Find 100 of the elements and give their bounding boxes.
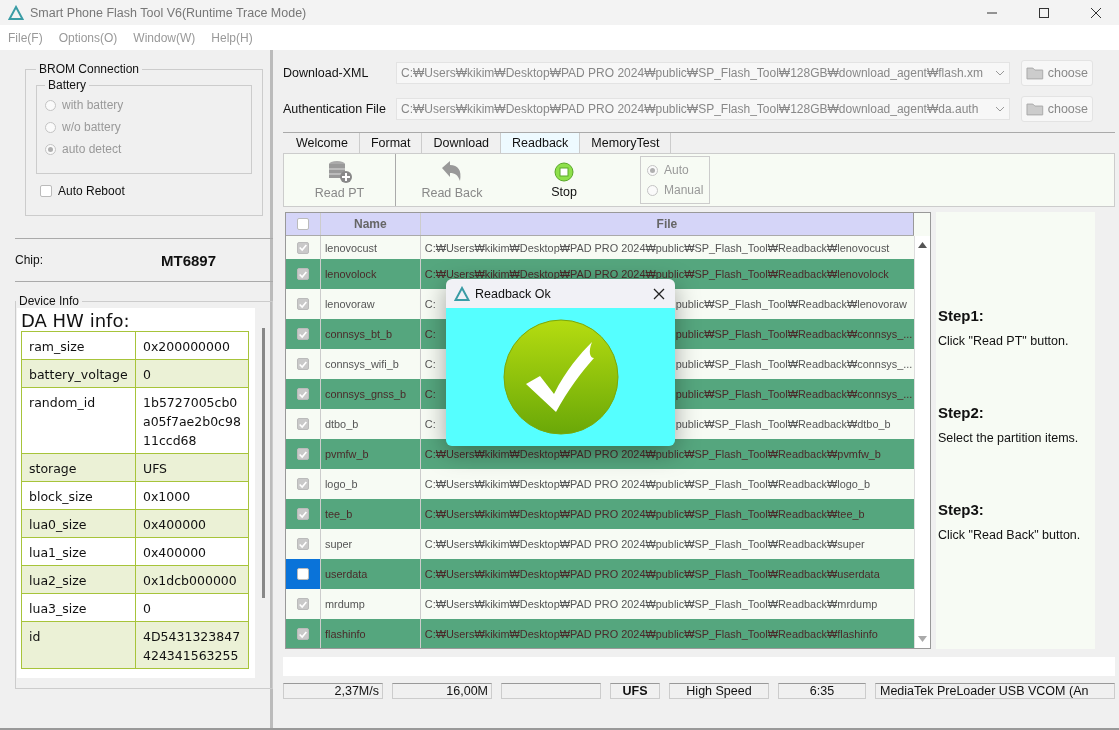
file-path: C:₩Users₩kikim₩Desktop₩PAD PRO 2024₩public₩SP_Flash_Tool₩Readback₩mrdump bbox=[424, 598, 878, 610]
maximize-icon[interactable] bbox=[1038, 6, 1050, 19]
partition-name: flashinfo bbox=[324, 628, 366, 640]
column-header[interactable]: Name bbox=[320, 213, 421, 235]
partition-name: logo_b bbox=[324, 478, 358, 490]
folder-icon bbox=[1026, 66, 1044, 80]
checkbox[interactable] bbox=[296, 568, 309, 580]
partition-name: connsys_bt_b bbox=[324, 328, 393, 340]
checkbox[interactable] bbox=[296, 298, 309, 310]
select-all-checkbox[interactable] bbox=[296, 218, 309, 230]
checkbox[interactable] bbox=[296, 628, 309, 640]
step-text: Click "Read PT" button. bbox=[938, 334, 1070, 348]
status-field: 2,37M/s bbox=[283, 683, 383, 699]
scroll-up-icon[interactable] bbox=[918, 242, 927, 248]
checkbox[interactable] bbox=[296, 328, 309, 340]
checkbox[interactable] bbox=[296, 268, 309, 280]
checkbox-label: Auto Reboot bbox=[58, 184, 125, 198]
file-path: public₩SP_Flash_Tool₩Readback₩connsys_... bbox=[675, 358, 913, 370]
step-title: Step1: bbox=[938, 307, 985, 324]
file-path: public₩SP_Flash_Tool₩Readback₩connsys_... bbox=[675, 388, 913, 400]
file-path: C: bbox=[424, 388, 436, 400]
file-path: C: bbox=[424, 298, 436, 310]
table-row[interactable]: flashinfo C:₩Users₩kikim₩Desktop₩PAD PRO 2024₩public₩SP_Flash_Tool₩Readback₩flashinfo bbox=[286, 619, 914, 648]
file-path-dropdown[interactable]: C:₩Users₩kikim₩Desktop₩PAD PRO 2024₩public₩SP_Flash_Tool₩128GB₩download_agent₩flash.xm bbox=[396, 62, 1010, 84]
group-title: Device Info bbox=[18, 294, 81, 308]
triangle-logo-icon bbox=[8, 4, 24, 21]
file-path: public₩SP_Flash_Tool₩Readback₩connsys_... bbox=[675, 328, 913, 340]
file-path: C:₩Users₩kikim₩Desktop₩PAD PRO 2024₩public₩SP_Flash_Tool₩Readback₩userdata bbox=[424, 568, 880, 580]
checkbox[interactable] bbox=[296, 388, 309, 400]
status-field: High Speed bbox=[669, 683, 769, 699]
radio-button[interactable] bbox=[45, 143, 56, 155]
checkbox[interactable] bbox=[40, 185, 52, 197]
status-field: MediaTek PreLoader USB VCOM (An bbox=[875, 683, 1115, 699]
file-path: C:₩Users₩kikim₩Desktop₩PAD PRO 2024₩public₩SP_Flash_Tool₩Readback₩flashinfo bbox=[424, 628, 878, 640]
choose-button[interactable]: choose bbox=[1021, 96, 1093, 122]
radio-button[interactable] bbox=[45, 99, 56, 111]
close-icon[interactable] bbox=[1090, 6, 1102, 19]
table-cell: 1b5727005cb0a05f7ae2b0c9811ccd68 bbox=[135, 387, 249, 454]
radio-button[interactable] bbox=[45, 121, 56, 133]
toolbar-button[interactable]: Stop bbox=[508, 154, 620, 206]
status-field: UFS bbox=[610, 683, 660, 699]
radio-label: with battery bbox=[62, 98, 124, 112]
table-cell: lua2_size bbox=[21, 565, 136, 594]
table-cell: 0x400000 bbox=[135, 509, 249, 538]
file-path: C:₩Users₩kikim₩Desktop₩PAD PRO 2024₩public₩SP_Flash_Tool₩Readback₩super bbox=[424, 538, 865, 550]
tab[interactable]: Readback bbox=[501, 133, 581, 153]
database-add-icon bbox=[326, 160, 353, 184]
scrollbar[interactable] bbox=[262, 328, 265, 598]
choose-button[interactable]: choose bbox=[1021, 60, 1093, 86]
radio-button[interactable] bbox=[647, 184, 658, 196]
checkbox[interactable] bbox=[296, 508, 309, 520]
table-row[interactable]: userdata C:₩Users₩kikim₩Desktop₩PAD PRO 2024₩public₩SP_Flash_Tool₩Readback₩userdata bbox=[286, 559, 914, 589]
file-path: public₩SP_Flash_Tool₩Readback₩lenovoraw bbox=[675, 298, 907, 310]
menu-item[interactable]: Help(H) bbox=[211, 30, 253, 45]
dialog-title: Readback Ok bbox=[475, 286, 551, 301]
table-cell: lua0_size bbox=[21, 509, 136, 538]
checkbox[interactable] bbox=[296, 448, 309, 460]
checkbox[interactable] bbox=[296, 598, 309, 610]
checkbox[interactable] bbox=[296, 538, 309, 550]
folder-icon bbox=[1026, 102, 1044, 116]
info-heading: DA HW info: bbox=[21, 310, 131, 331]
radio-label: w/o battery bbox=[62, 120, 121, 134]
table-cell: 0x400000 bbox=[135, 537, 249, 566]
checkbox[interactable] bbox=[296, 478, 309, 490]
checkbox[interactable] bbox=[296, 358, 309, 370]
partition-name: dtbo_b bbox=[324, 418, 359, 430]
stop-icon bbox=[553, 161, 575, 183]
table-cell: storage bbox=[21, 453, 136, 482]
menu-item[interactable]: File(F) bbox=[8, 30, 43, 45]
scroll-down-icon[interactable] bbox=[918, 636, 927, 642]
status-field: 6:35 bbox=[778, 683, 866, 699]
partition-name: super bbox=[324, 538, 353, 550]
table-cell: lua3_size bbox=[21, 593, 136, 622]
field-label: Download-XML bbox=[283, 66, 370, 80]
table-row[interactable]: pvmfw_b C:₩Users₩kikim₩Desktop₩PAD PRO 2024₩public₩SP_Flash_Tool₩Readback₩pvmfw_b bbox=[286, 439, 914, 469]
checkbox[interactable] bbox=[296, 418, 309, 430]
step-title: Step3: bbox=[938, 501, 985, 518]
step-text: Click "Read Back" button. bbox=[938, 528, 1082, 542]
checkmark-icon bbox=[501, 318, 620, 436]
close-icon[interactable] bbox=[653, 287, 665, 300]
radio-button[interactable] bbox=[647, 164, 658, 176]
checkbox[interactable] bbox=[296, 241, 309, 254]
partition-name: connsys_wifi_b bbox=[324, 358, 399, 370]
triangle-logo-icon bbox=[454, 285, 470, 302]
table-cell: 0x1dcb000000 bbox=[135, 565, 249, 594]
menu-item[interactable]: Options(O) bbox=[58, 30, 118, 45]
menu-item[interactable]: Window(W) bbox=[133, 30, 196, 45]
step-title: Step2: bbox=[938, 404, 985, 421]
status-field: 16,00M bbox=[392, 683, 492, 699]
table-cell: UFS bbox=[135, 453, 249, 482]
table-cell: block_size bbox=[21, 481, 136, 510]
group-title: Battery bbox=[47, 78, 87, 92]
file-path: C:₩Users₩kikim₩Desktop₩PAD PRO 2024₩public₩SP_Flash_Tool₩Readback₩pvmfw_b bbox=[424, 448, 881, 460]
column-header[interactable]: File bbox=[420, 213, 914, 235]
table-cell: random_id bbox=[21, 387, 136, 454]
table-cell: 0x1000 bbox=[135, 481, 249, 510]
scrollbar[interactable] bbox=[914, 236, 930, 648]
table-row[interactable]: tee_b C:₩Users₩kikim₩Desktop₩PAD PRO 2024₩public₩SP_Flash_Tool₩Readback₩tee_b bbox=[286, 499, 914, 529]
chip-label: Chip: bbox=[15, 253, 43, 267]
file-path-dropdown[interactable]: C:₩Users₩kikim₩Desktop₩PAD PRO 2024₩public₩SP_Flash_Tool₩128GB₩download_agent₩da.auth bbox=[396, 98, 1010, 120]
